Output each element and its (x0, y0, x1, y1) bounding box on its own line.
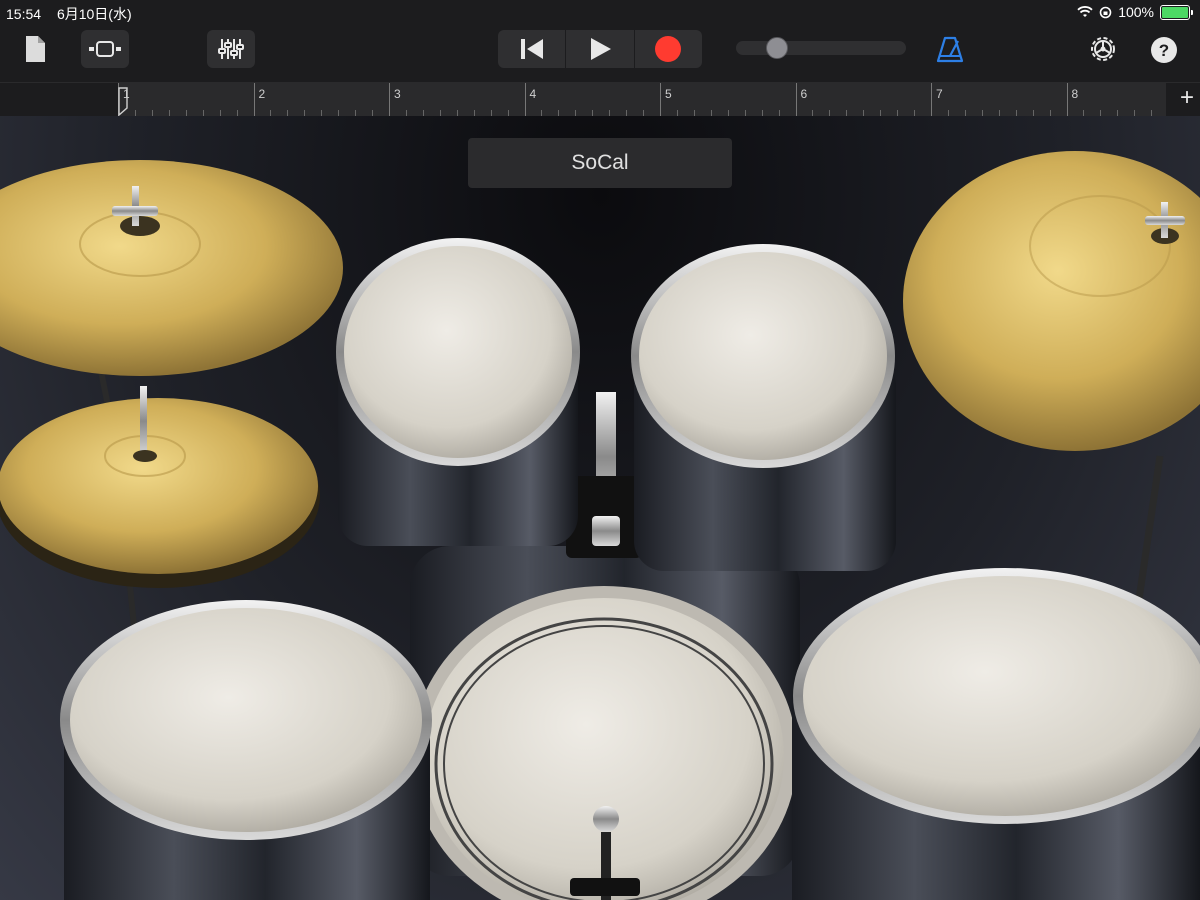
ruler-bar-label: 5 (665, 87, 672, 101)
settings-button[interactable] (1086, 32, 1120, 66)
transport-controls (498, 30, 702, 68)
settings-icon (1091, 37, 1115, 61)
bass-drum[interactable] (410, 546, 800, 900)
orientation-lock-icon (1099, 6, 1112, 18)
toolbar: ? (0, 24, 1200, 82)
ruler-bar-8: 8 (1066, 83, 1078, 117)
battery-icon (1160, 4, 1193, 20)
metronome-button[interactable] (934, 32, 966, 66)
ruler-bar-label: 8 (1071, 87, 1079, 101)
timeline-ruler[interactable]: 12345678 (0, 82, 1200, 117)
add-section-button[interactable]: + (1180, 84, 1194, 112)
view-toggle-button[interactable] (81, 30, 129, 68)
metronome-icon (936, 36, 964, 63)
document-button[interactable] (22, 34, 48, 64)
hi-hat-cymbal[interactable] (0, 386, 320, 588)
play-icon (590, 38, 611, 60)
drum-kit (0, 151, 1200, 900)
snare-drum[interactable] (60, 600, 432, 900)
volume-knob[interactable] (766, 37, 788, 59)
play-button[interactable] (566, 30, 635, 68)
document-icon (26, 36, 45, 62)
help-icon: ? (1151, 37, 1177, 63)
ruler-bar-2: 2 (253, 83, 265, 117)
mixer-icon (218, 39, 244, 59)
ruler-bar-label: 3 (394, 87, 401, 101)
help-button[interactable]: ? (1150, 36, 1178, 64)
status-time: 15:54 (6, 6, 42, 22)
go-to-start-icon (520, 39, 543, 59)
ruler-bar-label: 6 (800, 87, 808, 101)
master-volume-slider[interactable] (736, 37, 906, 59)
go-to-start-button[interactable] (498, 30, 567, 68)
record-icon (655, 36, 682, 62)
ruler-track[interactable]: 12345678 (118, 83, 1166, 117)
rack-tom-right[interactable] (631, 244, 896, 571)
ruler-bar-label: 4 (529, 87, 537, 101)
crash-cymbal-left[interactable] (0, 160, 343, 376)
mixer-button[interactable] (207, 30, 255, 68)
ruler-bar-6: 6 (795, 83, 807, 117)
ruler-bar-7: 7 (931, 83, 943, 117)
ruler-bar-label: 2 (258, 87, 266, 101)
record-button[interactable] (635, 30, 702, 68)
rack-tom-left[interactable] (336, 238, 580, 546)
svg-text:?: ? (1159, 41, 1169, 60)
wifi-icon (1077, 6, 1093, 17)
floor-tom[interactable] (792, 568, 1200, 900)
status-bar: 15:54 6月10日(水) 100% (0, 0, 1200, 24)
ruler-bar-4: 4 (524, 83, 536, 117)
ruler-bar-3: 3 (389, 83, 401, 117)
status-date: 6月10日(水) (56, 6, 132, 22)
ride-cymbal[interactable] (903, 151, 1200, 451)
view-toggle-icon (89, 41, 121, 57)
ruler-bar-label: 7 (936, 87, 943, 101)
ruler-bar-5: 5 (660, 83, 672, 117)
kit-name-button[interactable]: SoCal (468, 138, 732, 188)
battery-percent: 100% (1118, 4, 1154, 20)
playhead-marker[interactable] (118, 84, 134, 116)
